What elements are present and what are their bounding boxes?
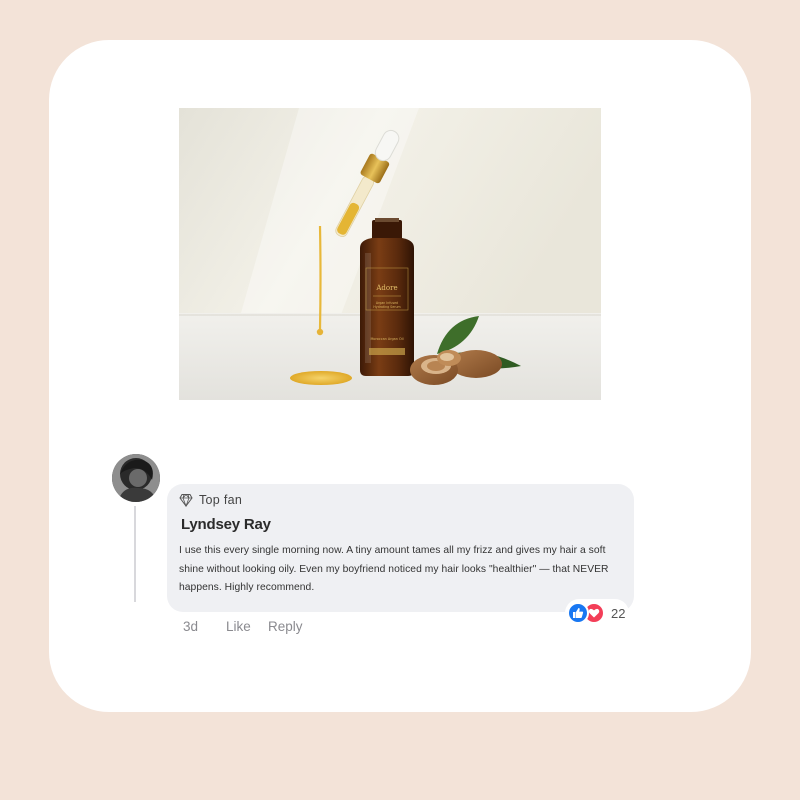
badge-label: Top fan xyxy=(199,493,243,507)
comment-bubble: Top fan Lyndsey Ray I use this every sin… xyxy=(167,484,634,612)
svg-text:Hydrating Serum: Hydrating Serum xyxy=(373,305,400,309)
reaction-count: 22 xyxy=(611,605,626,621)
reaction-summary[interactable]: 22 xyxy=(565,599,630,627)
svg-text:Adore: Adore xyxy=(375,284,397,292)
svg-text:Moroccan Argan Oil: Moroccan Argan Oil xyxy=(370,337,403,341)
top-fan-badge: Top fan xyxy=(179,492,620,508)
comment-timestamp[interactable]: 3d xyxy=(183,619,226,634)
like-button[interactable]: Like xyxy=(226,619,268,634)
diamond-icon xyxy=(179,493,193,508)
thread-line xyxy=(134,506,136,602)
post-card: Adore Argan Infused Hydrating Serum Moro… xyxy=(49,40,751,712)
comment-actions: 3d Like Reply xyxy=(183,619,303,634)
comment-author[interactable]: Lyndsey Ray xyxy=(181,516,620,533)
comment-text: I use this every single morning now. A t… xyxy=(179,545,609,593)
reply-button[interactable]: Reply xyxy=(268,619,303,634)
product-photo[interactable]: Adore Argan Infused Hydrating Serum Moro… xyxy=(179,108,601,400)
avatar[interactable] xyxy=(112,454,160,502)
like-icon xyxy=(567,602,589,624)
